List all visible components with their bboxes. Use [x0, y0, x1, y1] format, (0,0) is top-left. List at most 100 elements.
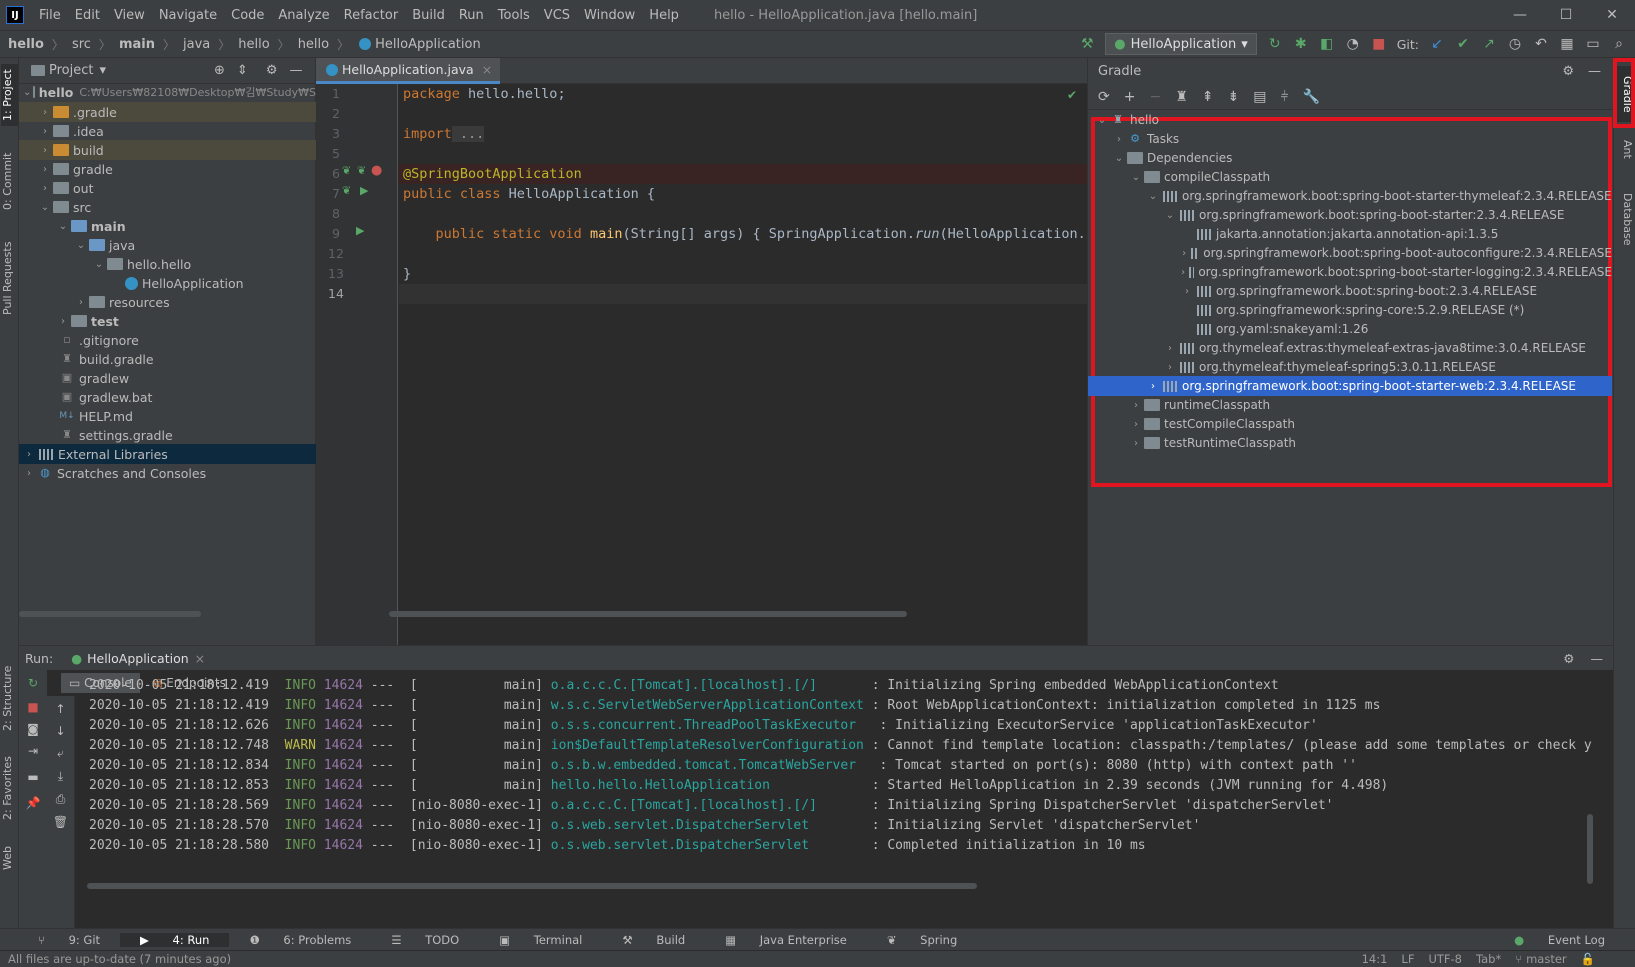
- tree-item[interactable]: › test: [19, 311, 316, 331]
- spring-bean-icon[interactable]: ❦: [357, 164, 366, 177]
- chevron-down-icon[interactable]: ▾: [99, 63, 106, 78]
- chevron-down-icon[interactable]: ⌄: [93, 259, 105, 270]
- gradle-tree-item[interactable]: ⌄ ♜ hello: [1088, 110, 1612, 130]
- chevron-right-icon[interactable]: ›: [1147, 381, 1159, 392]
- gradle-tree-item[interactable]: ⌄ Dependencies: [1088, 148, 1612, 168]
- tool-tab-spring[interactable]: ❦ Spring: [867, 933, 977, 947]
- git-push-icon[interactable]: ↗: [1481, 36, 1497, 52]
- build-hammer-icon[interactable]: ⚒: [1079, 36, 1095, 52]
- code-line[interactable]: public static void main(String[] args) {…: [403, 226, 1094, 242]
- run-gutter-icon[interactable]: ▶: [356, 224, 364, 237]
- tool-tab-terminal[interactable]: ▣ Terminal: [479, 933, 602, 947]
- close-tab-icon[interactable]: ×: [195, 651, 205, 666]
- horizontal-scrollbar[interactable]: [389, 611, 907, 617]
- tool-tab-build[interactable]: ⚒ Build: [602, 933, 705, 947]
- stop-icon[interactable]: ■: [19, 700, 47, 714]
- breadcrumb-item[interactable]: hello: [238, 37, 269, 52]
- tree-item[interactable]: ⌄ src: [19, 197, 316, 217]
- tool-tab-database[interactable]: Database: [1616, 184, 1634, 254]
- tool-tab-web[interactable]: Web: [1, 838, 18, 878]
- run-config-tab[interactable]: HelloApplication: [87, 651, 189, 666]
- tool-tab-commit[interactable]: 0: Commit: [1, 146, 18, 216]
- horizontal-scrollbar[interactable]: [19, 611, 201, 617]
- chevron-down-icon[interactable]: ⌄: [1096, 115, 1108, 126]
- tree-item[interactable]: ▣ gradlew: [19, 368, 316, 388]
- breadcrumb-item[interactable]: HelloApplication: [375, 37, 481, 52]
- camera-icon[interactable]: ◙: [19, 722, 47, 736]
- code-line[interactable]: package hello.hello;: [403, 86, 566, 102]
- tree-item[interactable]: ⌄ hello.hello: [19, 254, 316, 274]
- scroll-down-icon[interactable]: ↓: [47, 724, 74, 738]
- chevron-down-icon[interactable]: ⌄: [1113, 153, 1125, 164]
- gradle-tree-item[interactable]: › runtimeClasspath: [1088, 395, 1612, 415]
- gradle-tree-item[interactable]: › org.springframework.boot:spring-boot-st…: [1088, 262, 1612, 282]
- git-branch[interactable]: master: [1526, 952, 1567, 966]
- presentation-icon[interactable]: ▭: [1585, 36, 1601, 52]
- tool-tab-run[interactable]: ▶ 4: Run: [120, 932, 230, 947]
- breadcrumb-item[interactable]: main: [119, 37, 155, 52]
- tree-item[interactable]: › ◍ Scratches and Consoles: [19, 463, 316, 483]
- breadcrumb-item[interactable]: hello: [8, 37, 44, 52]
- chevron-right-icon[interactable]: ›: [1130, 400, 1142, 411]
- menu-view[interactable]: View: [107, 8, 152, 23]
- project-view-selector[interactable]: Project: [49, 63, 93, 78]
- gradle-tree-item[interactable]: › testCompileClasspath: [1088, 414, 1612, 434]
- tool-tab-problems[interactable]: ❶ 6: Problems: [229, 933, 371, 947]
- chevron-right-icon[interactable]: ›: [1130, 419, 1142, 430]
- hide-icon[interactable]: —: [289, 63, 302, 78]
- gradle-tree-item[interactable]: ⌄ org.springframework.boot:spring-boot-st…: [1088, 205, 1612, 225]
- gradle-tree-item[interactable]: › ⚙ Tasks: [1088, 129, 1612, 149]
- maximize-icon[interactable]: ☐: [1543, 0, 1589, 30]
- search-icon[interactable]: ⌕: [1611, 36, 1627, 52]
- gradle-tree-item[interactable]: jakarta.annotation:jakarta.annotation-ap…: [1088, 224, 1612, 244]
- chevron-down-icon[interactable]: ⌄: [1164, 210, 1176, 221]
- gear-icon[interactable]: ⚙: [266, 63, 278, 78]
- menu-run[interactable]: Run: [452, 8, 491, 23]
- gradle-tree-item[interactable]: › testRuntimeClasspath: [1088, 433, 1612, 453]
- remove-icon[interactable]: −: [1149, 89, 1161, 105]
- caret-position[interactable]: 14:1: [1362, 952, 1388, 966]
- chevron-right-icon[interactable]: ›: [39, 145, 51, 156]
- chevron-right-icon[interactable]: ›: [1113, 134, 1125, 145]
- toggle-offline-icon[interactable]: ⫩: [1280, 89, 1288, 105]
- horizontal-scrollbar[interactable]: [87, 883, 977, 889]
- tree-item[interactable]: ▫ .gitignore: [19, 330, 316, 350]
- lock-icon[interactable]: 🔓: [1581, 952, 1595, 966]
- close-tab-icon[interactable]: ×: [482, 62, 492, 77]
- breadcrumb-item[interactable]: java: [183, 37, 210, 52]
- coverage-icon[interactable]: ◧: [1319, 36, 1335, 52]
- tree-item[interactable]: › gradle: [19, 159, 316, 179]
- breadcrumb-item[interactable]: src: [72, 37, 91, 52]
- tool-tab-ant[interactable]: Ant: [1616, 134, 1634, 164]
- chevron-right-icon[interactable]: ›: [1164, 343, 1176, 354]
- menu-help[interactable]: Help: [642, 8, 686, 23]
- wrench-icon[interactable]: 🔧: [1303, 89, 1320, 105]
- collapse-all-icon[interactable]: ⇟: [1228, 89, 1240, 105]
- chevron-right-icon[interactable]: ›: [39, 183, 51, 194]
- exit-icon[interactable]: ⇥: [19, 744, 47, 758]
- chevron-right-icon[interactable]: ›: [1181, 267, 1185, 278]
- gradle-tree-item[interactable]: org.yaml:snakeyaml:1.26: [1088, 319, 1612, 339]
- gradle-tree-item[interactable]: ⌄ org.springframework.boot:spring-boot-st…: [1088, 186, 1612, 206]
- status-message[interactable]: All files are up-to-date (7 minutes ago): [8, 952, 231, 966]
- menu-build[interactable]: Build: [405, 8, 452, 23]
- chevron-right-icon[interactable]: ›: [1181, 286, 1193, 297]
- tool-tab-favorites[interactable]: 2: Favorites: [1, 748, 18, 828]
- file-encoding[interactable]: UTF-8: [1428, 952, 1462, 966]
- pin-icon[interactable]: 📌: [19, 796, 47, 810]
- editor-tab-helloapplication[interactable]: HelloApplication.java ×: [316, 58, 501, 84]
- menu-window[interactable]: Window: [577, 8, 642, 23]
- tree-root[interactable]: ⌄ hello C:₩Users₩82108₩Desktop₩김₩Study₩S: [19, 82, 316, 102]
- minimize-icon[interactable]: —: [1497, 0, 1543, 30]
- execute-task-icon[interactable]: ♜: [1175, 89, 1188, 105]
- gear-icon[interactable]: ⚙: [1562, 64, 1574, 79]
- git-update-icon[interactable]: ↙: [1429, 36, 1445, 52]
- rollback-icon[interactable]: ↶: [1533, 36, 1549, 52]
- gear-icon[interactable]: ⚙: [1563, 651, 1574, 666]
- menu-file[interactable]: File: [32, 8, 68, 23]
- project-structure-icon[interactable]: ▦: [1559, 36, 1575, 52]
- chevron-down-icon[interactable]: ⌄: [1147, 191, 1159, 202]
- tree-item[interactable]: › resources: [19, 292, 316, 312]
- hide-icon[interactable]: —: [1591, 651, 1604, 666]
- stop-icon[interactable]: ■: [1371, 36, 1387, 52]
